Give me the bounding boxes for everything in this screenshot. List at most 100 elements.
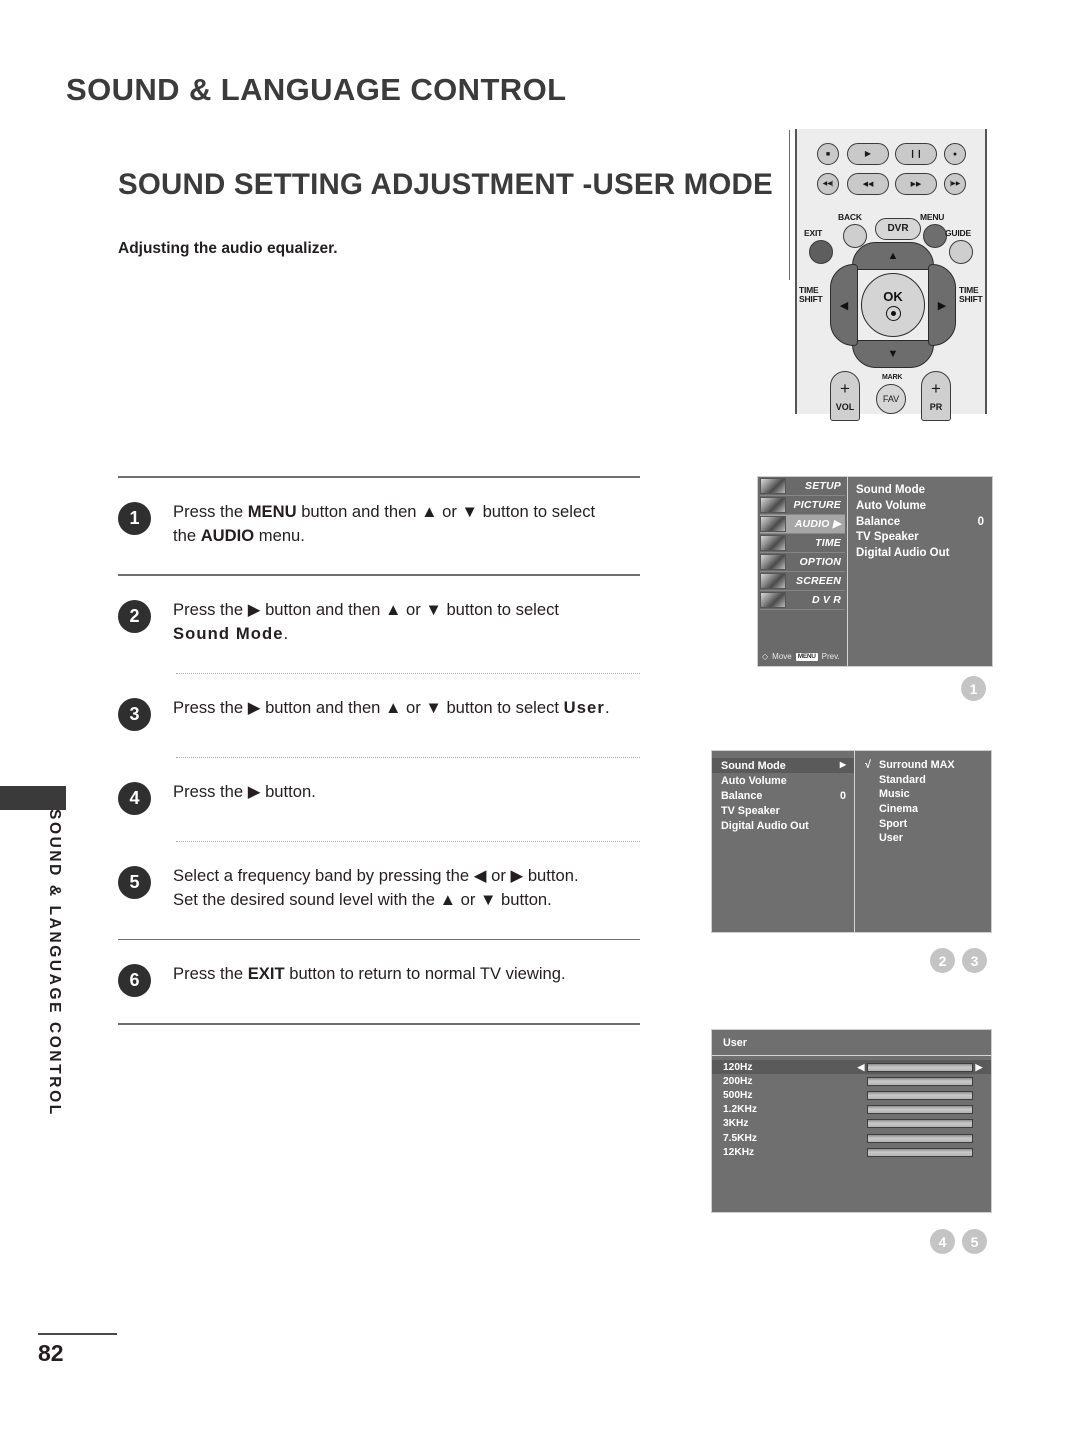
step-text: Press the ▶ button and then ▲ or ▼ butto…: [173, 697, 610, 717]
osd-eq-band-slider[interactable]: [867, 1119, 973, 1129]
arrow-left-icon: ◀: [839, 299, 849, 312]
osd-menu-item-value: 0: [839, 789, 846, 802]
time-shift-right-label: TIME SHIFT: [959, 285, 983, 304]
dvr-button[interactable]: DVR: [875, 218, 921, 240]
osd-category-screen[interactable]: SCREEN: [760, 572, 845, 591]
osd-eq-band-slider[interactable]: [867, 1090, 973, 1100]
skip-back-icon: ◀◀|: [822, 181, 834, 187]
osd-sound-mode-option[interactable]: Music: [865, 787, 991, 802]
osd-menu-item[interactable]: Auto Volume: [856, 499, 984, 515]
osd-category-picture[interactable]: PICTURE: [760, 496, 845, 515]
osd-eq-band-row[interactable]: 7.5KHz◀▶: [712, 1131, 991, 1145]
osd-eq-band-slider[interactable]: [867, 1076, 973, 1086]
osd-menu-item[interactable]: TV Speaker: [856, 530, 984, 546]
step-item: 4 Press the ▶ button.: [118, 758, 640, 841]
osd-eq-band-slider[interactable]: [867, 1062, 973, 1072]
category-label: AUDIO ▶: [794, 518, 841, 530]
skip-back-button[interactable]: ◀◀|: [817, 173, 839, 195]
checkmark-icon: √: [865, 759, 871, 771]
checkmark-icon: [865, 802, 874, 817]
program-button[interactable]: + PR: [921, 371, 951, 421]
osd-menu-item-label: TV Speaker: [856, 531, 919, 544]
guide-label: GUIDE: [945, 228, 971, 238]
dpad-down-button[interactable]: ▼: [852, 340, 934, 368]
osd-eq-band-row[interactable]: 3KHz◀▶: [712, 1117, 991, 1131]
osd-menu-item[interactable]: Digital Audio Out: [712, 818, 854, 833]
osd-category-d-v-r[interactable]: D V R: [760, 591, 845, 610]
osd-menu-item-label: Balance: [856, 515, 901, 528]
dpad-up-button[interactable]: ▲: [852, 242, 934, 270]
callout-badge: 5: [962, 1229, 987, 1254]
osd-menu-item-label: Digital Audio Out: [721, 819, 809, 832]
fast-forward-button[interactable]: ▶▶: [895, 173, 937, 195]
osd-category-time[interactable]: TIME: [760, 534, 845, 553]
navigation-dpad: ▲ ▼ ◀ ▶ OK: [830, 242, 956, 368]
checkmark-icon: [865, 773, 874, 788]
osd-eq-band-label: 200Hz: [723, 1075, 753, 1087]
osd-menu-item[interactable]: Balance 0: [856, 515, 984, 531]
step-number-badge: 3: [118, 697, 151, 731]
fav-button[interactable]: FAV: [876, 384, 906, 414]
eq-arrow-left-icon[interactable]: ◀: [855, 1062, 867, 1073]
osd-menu-item-label: Sound Mode: [856, 484, 925, 496]
dpad-right-button[interactable]: ▶: [928, 264, 956, 346]
osd-eq-band-row[interactable]: 1.2KHz◀▶: [712, 1103, 991, 1117]
menu-key-chip: MENU: [795, 652, 818, 661]
osd-menu-item[interactable]: Auto Volume: [712, 773, 854, 788]
osd-footer-hints: ◇ Move MENU Prev.: [762, 652, 840, 661]
osd-eq-band-row[interactable]: 500Hz◀▶: [712, 1088, 991, 1102]
osd-menu-item-label: Sound Mode: [721, 759, 786, 772]
osd-sound-mode-option[interactable]: User: [865, 831, 991, 846]
osd-menu-item-label: Digital Audio Out: [856, 547, 950, 559]
ok-button[interactable]: OK: [861, 273, 925, 337]
osd-sound-mode-option[interactable]: Standard: [865, 773, 991, 788]
osd-sound-mode-option[interactable]: √ Surround MAX: [865, 758, 991, 773]
plus-icon: +: [840, 379, 850, 398]
rewind-button[interactable]: ◀◀: [847, 173, 889, 195]
osd-eq-band-label: 3KHz: [723, 1118, 749, 1130]
chapter-title: SOUND & LANGUAGE CONTROL: [66, 72, 567, 107]
osd-category-audio[interactable]: AUDIO ▶: [760, 515, 845, 534]
osd-eq-band-slider[interactable]: [867, 1133, 973, 1143]
osd-eq-band-label: 500Hz: [723, 1089, 753, 1101]
osd-audio-items-column: Sound Mode ▶ Auto Volume Balance 0 TV Speaker…: [712, 751, 855, 932]
osd-eq-band-slider[interactable]: [867, 1105, 973, 1115]
eq-arrow-right-icon[interactable]: ▶: [973, 1062, 985, 1073]
osd-eq-band-row[interactable]: 200Hz◀▶: [712, 1074, 991, 1088]
osd-eq-band-label: 1.2KHz: [723, 1104, 757, 1116]
play-button[interactable]: ▶: [847, 143, 889, 165]
step-number-badge: 1: [118, 501, 151, 535]
osd-sound-mode-option[interactable]: Cinema: [865, 802, 991, 817]
dpad-left-button[interactable]: ◀: [830, 264, 858, 346]
osd-sound-mode-option[interactable]: Sport: [865, 817, 991, 832]
skip-forward-button[interactable]: |▶▶: [944, 173, 966, 195]
rewind-icon: ◀◀: [862, 180, 874, 188]
pr-label: PR: [929, 402, 943, 412]
osd-eq-band-slider[interactable]: [867, 1147, 973, 1157]
stop-button[interactable]: ■: [817, 143, 839, 165]
pause-button[interactable]: ❙❙: [895, 143, 937, 165]
osd-menu-item[interactable]: TV Speaker: [712, 803, 854, 818]
osd-menu-item[interactable]: Balance 0: [712, 788, 854, 803]
step-number-badge: 6: [118, 964, 151, 998]
volume-button[interactable]: + VOL: [830, 371, 860, 421]
osd-eq-band-label: 7.5KHz: [723, 1132, 757, 1144]
step-text: Press the EXIT button to return to norma…: [173, 964, 566, 984]
exit-label: EXIT: [804, 228, 823, 238]
osd-menu-item[interactable]: Digital Audio Out: [856, 546, 984, 562]
prev-label: Prev.: [821, 652, 840, 661]
osd-menu-item[interactable]: Sound Mode ▶: [712, 758, 854, 774]
chapter-tab-marker: [0, 786, 66, 810]
step-item: 6 Press the EXIT button to return to nor…: [118, 940, 640, 1023]
step-text: Press the MENU button and then ▲ or ▼ bu…: [173, 501, 596, 545]
record-button[interactable]: ●: [944, 143, 966, 165]
osd-option-label: Surround MAX: [879, 759, 955, 771]
osd-category-option[interactable]: OPTION: [760, 553, 845, 572]
step-number-badge: 2: [118, 599, 151, 633]
osd-eq-band-row[interactable]: 120Hz ◀ ▶: [712, 1060, 991, 1075]
osd-eq-band-row[interactable]: 12KHz◀▶: [712, 1145, 991, 1159]
arrow-right-icon: ▶: [937, 299, 947, 312]
callout-badge: 4: [930, 1229, 955, 1254]
osd-menu-item[interactable]: Sound Mode: [856, 483, 984, 499]
osd-category-setup[interactable]: SETUP: [760, 477, 845, 496]
